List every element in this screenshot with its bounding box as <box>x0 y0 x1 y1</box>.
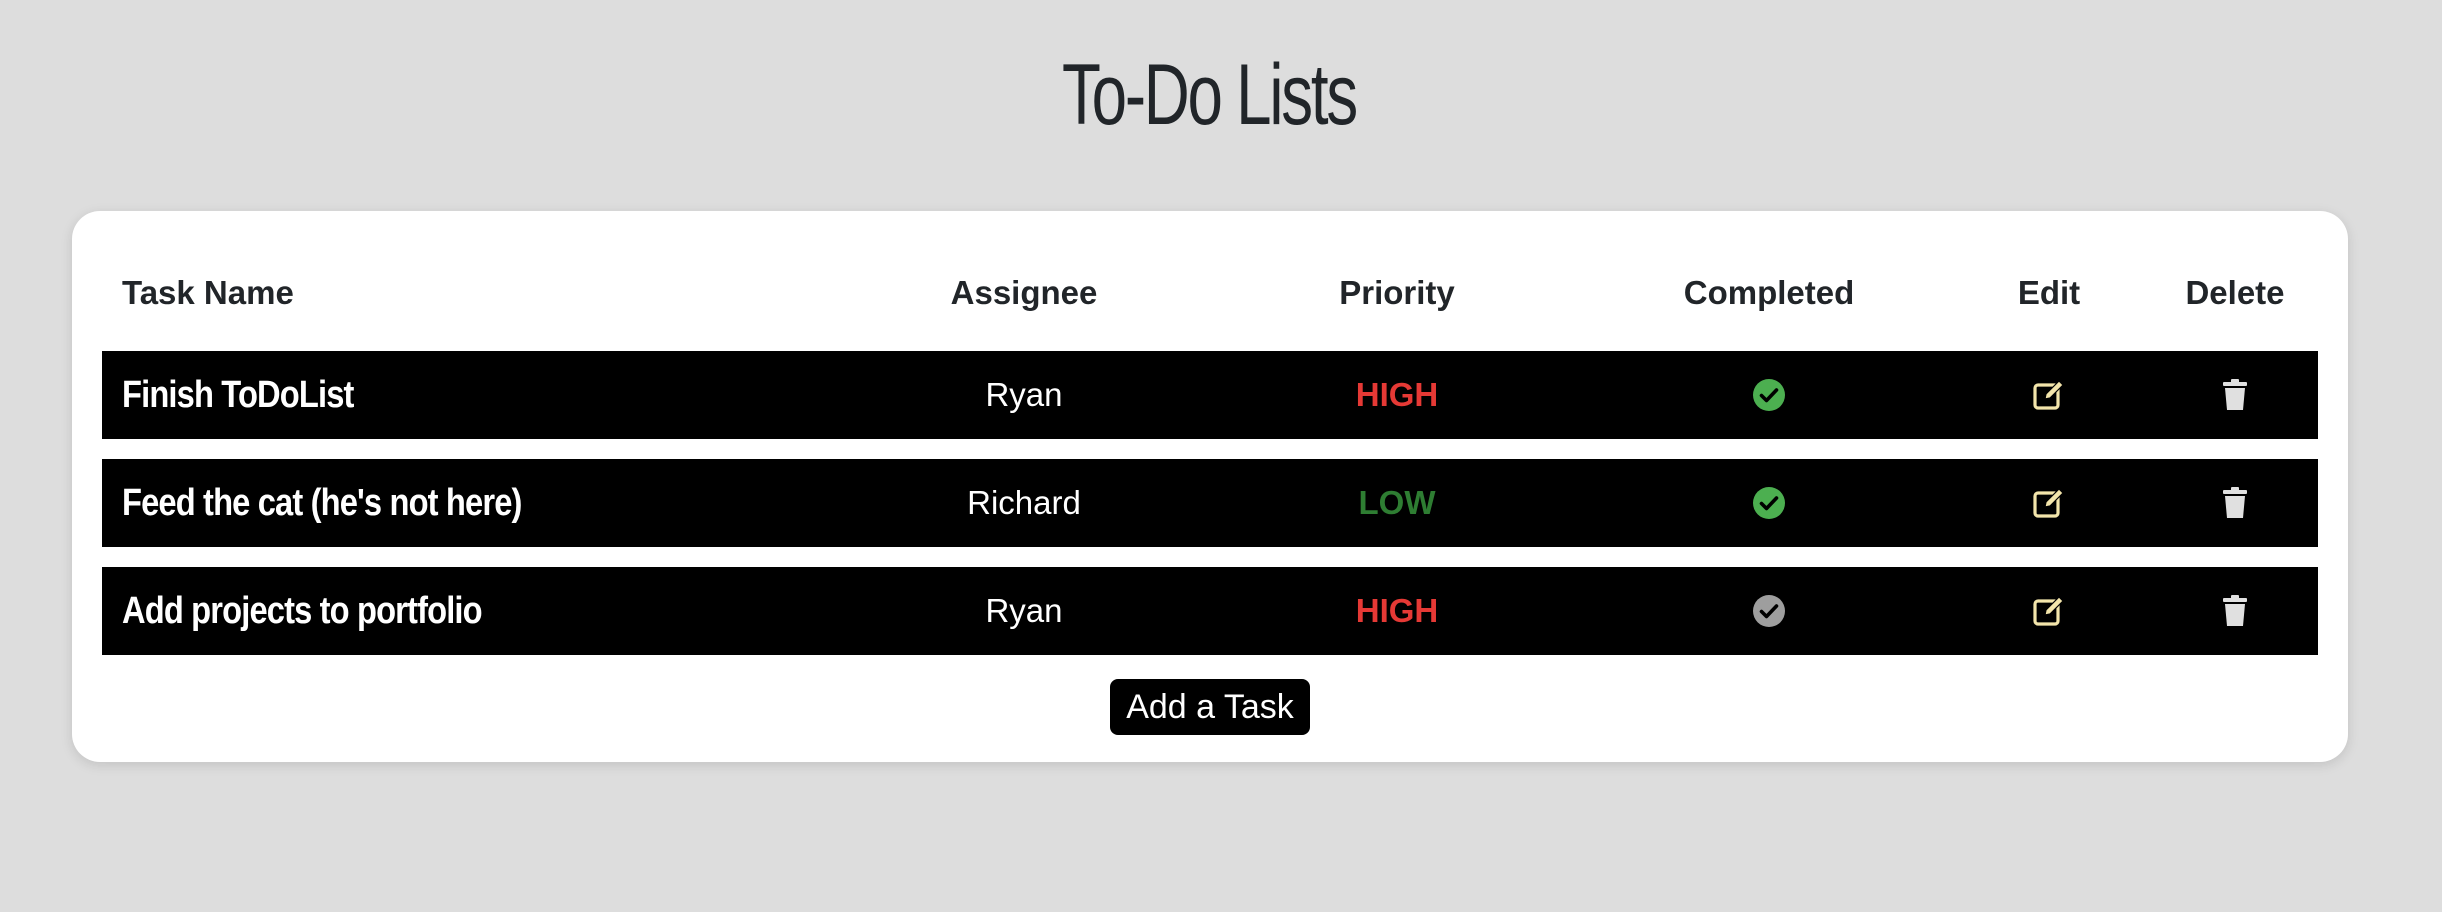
trash-icon[interactable] <box>2218 378 2252 412</box>
header-completed: Completed <box>1683 274 1855 311</box>
todo-card: Task Name Assignee Priority Completed Ed… <box>72 211 2348 762</box>
header-assignee: Assignee <box>950 274 1098 311</box>
header-delete: Delete <box>2185 274 2285 311</box>
task-priority: HIGH <box>1355 376 1439 413</box>
page-title: To-Do Lists <box>1062 47 1358 143</box>
edit-icon[interactable] <box>2032 594 2066 628</box>
task-name: Finish ToDoList <box>122 374 354 416</box>
task-name: Feed the cat (he's not here) <box>122 482 522 524</box>
trash-icon[interactable] <box>2218 594 2252 628</box>
task-name: Add projects to portfolio <box>122 590 483 632</box>
check-circle-icon[interactable] <box>1752 594 1786 628</box>
table-row: Feed the cat (he's not here) Richard LOW <box>102 459 2318 547</box>
task-assignee: Ryan <box>985 592 1063 629</box>
task-priority: LOW <box>1358 484 1436 521</box>
table-row: Add projects to portfolio Ryan HIGH <box>102 567 2318 655</box>
edit-icon[interactable] <box>2032 378 2066 412</box>
task-priority: HIGH <box>1355 592 1439 629</box>
table-row: Finish ToDoList Ryan HIGH <box>102 351 2318 439</box>
edit-icon[interactable] <box>2032 486 2066 520</box>
task-assignee: Richard <box>967 484 1081 521</box>
header-priority: Priority <box>1339 274 1455 311</box>
add-task-button[interactable]: Add a Task <box>1110 679 1310 735</box>
check-circle-icon[interactable] <box>1752 486 1786 520</box>
check-circle-icon[interactable] <box>1752 378 1786 412</box>
task-assignee: Ryan <box>985 376 1063 413</box>
trash-icon[interactable] <box>2218 486 2252 520</box>
header-edit: Edit <box>2017 274 2081 311</box>
table-header: Task Name Assignee Priority Completed Ed… <box>102 263 2318 323</box>
header-task-name: Task Name <box>122 274 294 311</box>
